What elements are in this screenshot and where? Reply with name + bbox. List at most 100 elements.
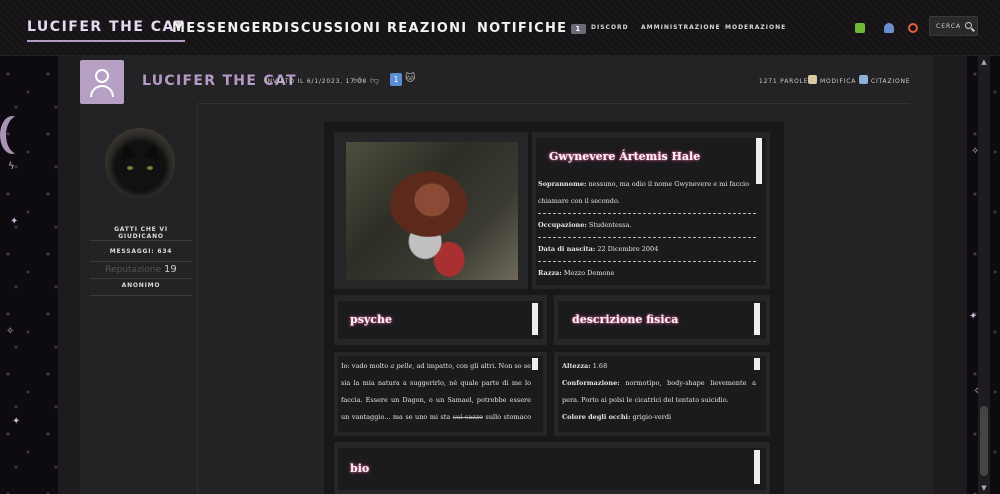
user-avatar[interactable] <box>105 128 175 198</box>
quote-button[interactable]: CITAZIONE <box>871 78 910 85</box>
reputation-value: 19 <box>164 264 177 275</box>
thumbs-up-icon[interactable]: 👍︎ <box>353 76 362 86</box>
character-name: Gwynevere Ártemis Hale <box>549 150 701 163</box>
nav-discord[interactable]: DISCORD <box>591 24 629 31</box>
physical-text[interactable]: Altezza: 1.68 Conformazione: normotipo, … <box>562 358 756 426</box>
occupation-text: Studentessa. <box>588 221 632 229</box>
user-group: GATTI CHE VI GIUDICANO <box>114 226 168 240</box>
thumbs-down-icon[interactable]: 👎︎ <box>370 76 379 86</box>
nav-notifiche-label: NOTIFICHE <box>477 21 568 36</box>
bio-header-box: bio <box>334 442 770 494</box>
nav-moderazione[interactable]: MODERAZIONE <box>725 24 786 31</box>
psyche-text-part: Io: vado molto <box>341 362 391 370</box>
psyche-header-box: psyche <box>334 295 547 345</box>
physical-header-box: descrizione fisica <box>554 295 770 345</box>
user-icon[interactable] <box>884 23 894 33</box>
user-profile-column: GATTI CHE VI GIUDICANO MESSAGGI: 634 Rep… <box>80 104 198 494</box>
post-panel: LUCIFER THE CAT INVIATO IL 6/1/2023, 17:… <box>80 56 934 494</box>
bio-header-inner <box>338 448 766 490</box>
scrollbar-thumb[interactable] <box>980 406 988 476</box>
post-date: INVIATO IL 6/1/2023, 17:08 <box>265 78 367 85</box>
nav-messenger[interactable]: MESSENGER <box>172 21 273 36</box>
race-text: Mezzo Demone <box>563 269 615 277</box>
divider <box>538 261 756 262</box>
cat-reaction-icon[interactable]: 🐱︎ <box>405 73 415 84</box>
psyche-text-italic: a pelle <box>390 362 413 370</box>
nav-notifiche[interactable]: NOTIFICHE 1 <box>477 21 586 36</box>
divider <box>90 278 192 279</box>
user-reputation: Reputazione 19 <box>90 264 192 275</box>
eyes-label: Colore degli occhi: <box>562 413 631 421</box>
search-icon[interactable] <box>965 22 972 29</box>
nav-discussioni[interactable]: DISCUSSIONI <box>272 21 381 36</box>
user-messages: MESSAGGI: 634 <box>109 248 173 255</box>
photo-box <box>334 132 528 289</box>
moon-icon <box>0 116 24 154</box>
reaction-count-badge[interactable]: 1 <box>390 73 402 86</box>
logout-icon[interactable] <box>908 23 918 33</box>
nickname-label: Soprannome: <box>538 180 587 188</box>
psyche-text[interactable]: Io: vado molto a pelle, ad impatto, con … <box>341 358 531 426</box>
star-icon: ✧ <box>6 326 15 337</box>
quote-icon[interactable] <box>859 75 868 84</box>
right-stripe <box>934 56 967 494</box>
build-label: Conformazione: <box>562 379 620 387</box>
reputation-label: Reputazione <box>105 265 162 275</box>
check-icon[interactable] <box>855 23 865 33</box>
psyche-text-strike: sul cazzo <box>452 413 484 421</box>
physical-text-box: Altezza: 1.68 Conformazione: normotipo, … <box>554 352 770 436</box>
star-icon: ✦ <box>10 216 19 227</box>
race-line: Razza: Mezzo Demone <box>538 265 756 282</box>
search-box[interactable]: CERCA <box>929 16 978 36</box>
star-icon: ✦ <box>12 416 21 427</box>
psyche-text-box: Io: vado molto a pelle, ad impatto, con … <box>334 352 547 436</box>
divider <box>538 237 756 238</box>
notification-count-badge: 1 <box>571 23 586 34</box>
birth-label: Data di nascita: <box>538 245 596 253</box>
user-status: ANONIMO <box>121 282 161 289</box>
divider <box>538 213 756 214</box>
eyes-text: grigio-verdi <box>632 413 672 421</box>
edit-button[interactable]: MODIFICA <box>820 78 856 85</box>
star-icon: ✦ <box>969 311 978 322</box>
bio-title: bio <box>350 462 370 475</box>
occupation-line: Occupazione: Studentessa. <box>538 217 756 234</box>
scroll-tab <box>756 138 762 184</box>
height-text: 1.68 <box>592 362 608 370</box>
character-photo <box>346 142 518 280</box>
scroll-tab[interactable] <box>754 358 760 370</box>
scroll-tab <box>754 450 760 484</box>
birth-line: Data di nascita: 22 Dicembre 2004 <box>538 241 756 258</box>
divider <box>90 261 192 262</box>
race-label: Razza: <box>538 269 562 277</box>
divider <box>90 295 192 296</box>
nav-reazioni[interactable]: REAZIONI <box>387 21 467 36</box>
post-header: LUCIFER THE CAT INVIATO IL 6/1/2023, 17:… <box>80 56 934 104</box>
word-count: 1271 PAROLE <box>759 78 809 85</box>
occupation-label: Occupazione: <box>538 221 587 229</box>
scroll-tab <box>532 303 538 335</box>
edit-icon[interactable] <box>808 75 817 84</box>
character-sheet: Gwynevere Ártemis Hale Soprannome: nessu… <box>324 122 784 494</box>
scroll-up-icon[interactable]: ▲ <box>980 58 988 66</box>
nickname-line: Soprannome: nessuno, ma odio il nome Gwy… <box>538 176 756 210</box>
search-placeholder: CERCA <box>936 23 962 30</box>
divider <box>90 240 192 241</box>
default-avatar-icon[interactable] <box>80 60 124 104</box>
header-divider <box>198 103 910 104</box>
nav-amministrazione[interactable]: AMMINISTRAZIONE <box>641 24 721 31</box>
page-scrollbar[interactable]: ▲ ▼ <box>978 56 990 494</box>
left-stripe <box>58 56 80 494</box>
site-brand[interactable]: LUCIFER THE CAT <box>27 19 185 42</box>
star-icon: ϟ <box>8 161 15 172</box>
scroll-down-icon[interactable]: ▼ <box>980 484 988 492</box>
top-navbar: LUCIFER THE CAT MESSENGER DISCUSSIONI RE… <box>0 0 1000 56</box>
left-decoration: ϟ ✦ ✧ ✦ <box>0 56 58 494</box>
info-box: Gwynevere Ártemis Hale Soprannome: nessu… <box>532 132 770 289</box>
height-label: Altezza: <box>562 362 591 370</box>
scroll-tab[interactable] <box>532 358 538 370</box>
birth-text: 22 Dicembre 2004 <box>597 245 659 253</box>
scroll-tab <box>754 303 760 335</box>
physical-title: descrizione fisica <box>572 313 679 326</box>
psyche-title: psyche <box>350 313 392 326</box>
